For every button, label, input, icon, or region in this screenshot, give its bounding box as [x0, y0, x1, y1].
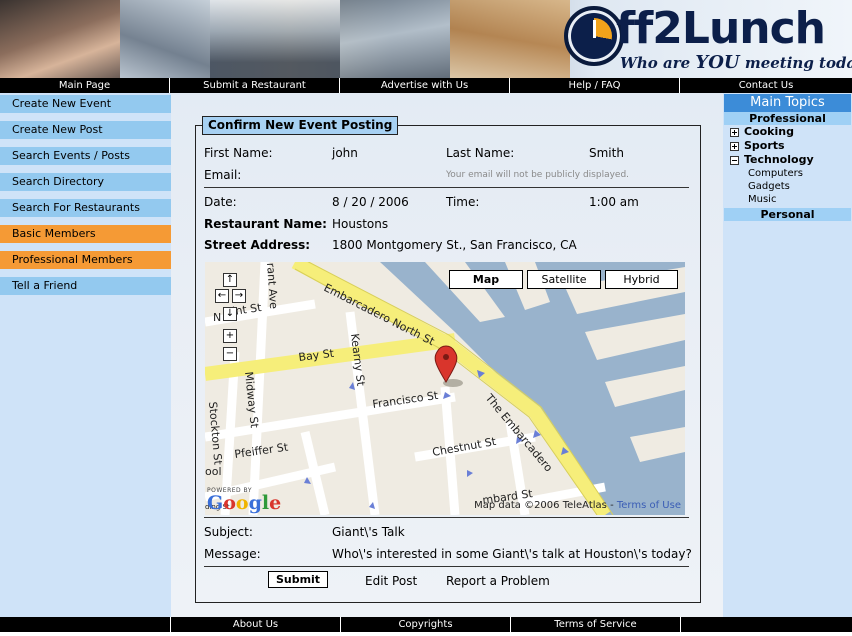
email-privacy-note: Your email will not be publicly displaye… — [446, 170, 630, 180]
location-map[interactable]: Embarcadero North St Bay St Kearny St Fr… — [205, 262, 685, 515]
nav-advertise[interactable]: Advertise with Us — [340, 78, 510, 93]
footer-navigation: About Us Copyrights Terms of Service — [0, 617, 852, 632]
subject-label: Subject: — [204, 525, 253, 539]
restaurant-name-label: Restaurant Name: — [204, 217, 327, 231]
date-label: Date: — [204, 195, 237, 209]
map-view-button[interactable]: Map — [449, 270, 523, 289]
menu-professional-members[interactable]: Professional Members — [0, 251, 171, 269]
topics-professional-header[interactable]: Professional — [724, 112, 851, 125]
collapse-minus-icon[interactable] — [730, 155, 739, 165]
nav-help-faq[interactable]: Help / FAQ — [510, 78, 680, 93]
topic-music[interactable]: Music — [724, 193, 851, 206]
nav-submit-restaurant[interactable]: Submit a Restaurant — [170, 78, 340, 93]
logo-text: ff2Lunch — [616, 3, 826, 54]
map-attribution: Map data ©2006 TeleAtlas - Terms of Use — [474, 500, 681, 511]
clock-icon — [564, 6, 624, 66]
street-label: Chestnut St — [431, 435, 497, 459]
menu-create-new-post[interactable]: Create New Post — [0, 121, 171, 139]
menu-create-new-event[interactable]: Create New Event — [0, 95, 171, 113]
banner-photo-businessman — [210, 0, 340, 78]
topics-personal-header[interactable]: Personal — [724, 208, 851, 221]
banner-photo-food — [450, 0, 570, 78]
street-label: Pfeiffer St — [234, 440, 290, 460]
panel-title: Confirm New Event Posting — [202, 116, 399, 135]
expand-plus-icon[interactable] — [730, 141, 739, 151]
main-topics-title: Main Topics — [724, 94, 851, 112]
report-problem-link[interactable]: Report a Problem — [446, 574, 550, 588]
menu-search-directory[interactable]: Search Directory — [0, 173, 171, 191]
top-navigation: Main Page Submit a Restaurant Advertise … — [0, 78, 852, 93]
zoom-out-icon[interactable]: − — [223, 347, 237, 361]
site-logo[interactable]: ff2Lunch Who are YOU meeting today? — [564, 3, 852, 74]
street-address-label: Street Address: — [204, 238, 311, 252]
street-label: Stockton St — [206, 401, 225, 466]
street-label: N — [213, 311, 221, 324]
banner-photo-office — [340, 0, 450, 78]
divider — [204, 187, 689, 188]
topic-gadgets[interactable]: Gadgets — [724, 180, 851, 193]
divider — [204, 517, 689, 518]
time-value: 1:00 am — [589, 195, 639, 209]
footer-copyrights[interactable]: Copyrights — [341, 617, 511, 632]
pan-down-icon[interactable]: ↓ — [223, 307, 237, 321]
nav-main-page[interactable]: Main Page — [0, 78, 170, 93]
divider — [204, 566, 689, 567]
banner-photo-woman — [0, 0, 120, 78]
topic-technology[interactable]: Technology — [724, 153, 851, 167]
edit-post-link[interactable]: Edit Post — [365, 574, 417, 588]
menu-search-restaurants[interactable]: Search For Restaurants — [0, 199, 171, 217]
satellite-view-button[interactable]: Satellite — [527, 270, 601, 289]
menu-tell-a-friend[interactable]: Tell a Friend — [0, 277, 171, 295]
first-name-value: john — [332, 146, 358, 160]
submit-button[interactable]: Submit — [268, 571, 328, 588]
zoom-in-icon[interactable]: + — [223, 329, 237, 343]
restaurant-name-value: Houstons — [332, 217, 389, 231]
header-banner: ff2Lunch Who are YOU meeting today? — [0, 0, 852, 78]
email-label: Email: — [204, 168, 242, 182]
first-name-label: First Name: — [204, 146, 273, 160]
subject-value: Giant\'s Talk — [332, 525, 405, 539]
street-label: ool — [205, 465, 222, 478]
nav-contact-us[interactable]: Contact Us — [680, 78, 852, 93]
logo-tagline: Who are YOU meeting today? — [620, 52, 852, 73]
pan-left-icon[interactable]: ← — [215, 289, 229, 303]
banner-photo-city — [120, 0, 210, 78]
last-name-label: Last Name: — [446, 146, 515, 160]
footer-terms-of-service[interactable]: Terms of Service — [511, 617, 681, 632]
topic-computers[interactable]: Computers — [724, 167, 851, 180]
map-canvas: Embarcadero North St Bay St Kearny St Fr… — [205, 262, 685, 515]
expand-plus-icon[interactable] — [730, 127, 739, 137]
message-label: Message: — [204, 547, 261, 561]
google-logo[interactable]: POWERED BY Google — [207, 487, 281, 513]
pan-right-icon[interactable]: → — [232, 289, 246, 303]
street-address-value: 1800 Montgomery St., San Francisco, CA — [332, 238, 577, 252]
hybrid-view-button[interactable]: Hybrid — [605, 270, 678, 289]
menu-search-events-posts[interactable]: Search Events / Posts — [0, 147, 171, 165]
left-menu: Create New Event Create New Post Search … — [0, 95, 171, 303]
main-topics-panel: Main Topics Professional Cooking Sports … — [724, 94, 851, 221]
pan-up-icon[interactable]: ↑ — [223, 273, 237, 287]
topic-sports[interactable]: Sports — [724, 139, 851, 153]
menu-basic-members[interactable]: Basic Members — [0, 225, 171, 243]
footer-about-us[interactable]: About Us — [171, 617, 341, 632]
topic-cooking[interactable]: Cooking — [724, 125, 851, 139]
time-label: Time: — [446, 195, 480, 209]
terms-of-use-link[interactable]: Terms of Use — [617, 500, 681, 511]
last-name-value: Smith — [589, 146, 624, 160]
date-value: 8 / 20 / 2006 — [332, 195, 409, 209]
message-value: Who\'s interested in some Giant\'s talk … — [332, 547, 692, 561]
